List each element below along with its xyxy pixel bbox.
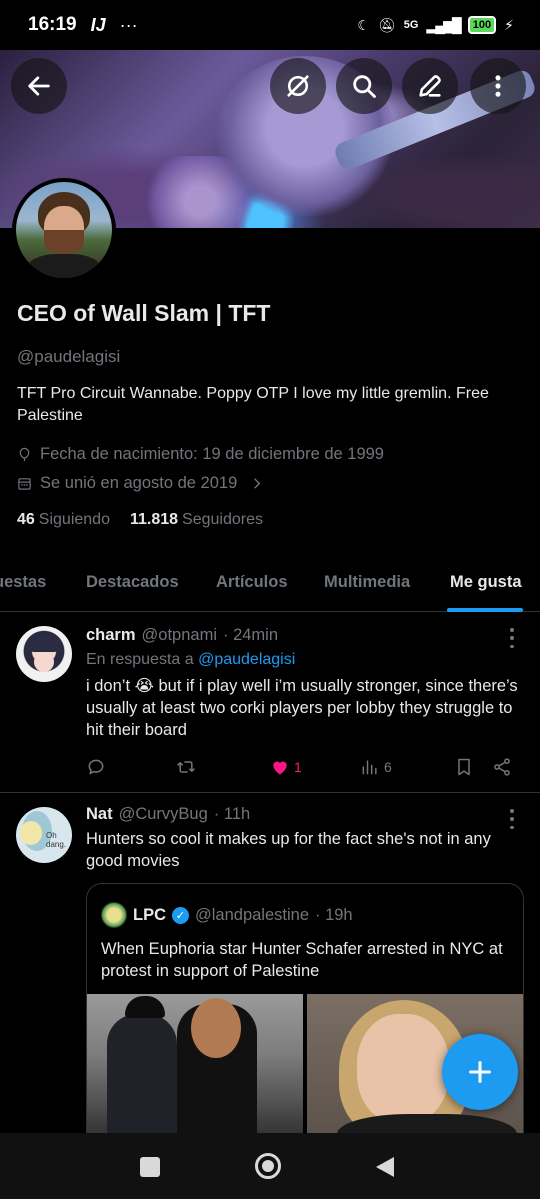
tweet-author-name[interactable]: charm <box>86 626 136 645</box>
quote-author-handle: @landpalestine <box>195 905 309 924</box>
tweet-author-handle[interactable]: @otpnami <box>142 626 217 645</box>
status-bar: 16:19 IJ ··· ☾ 🔕︎ 5G ▂▄▆█ 100 ⚡ <box>0 0 540 50</box>
tweet-author-handle[interactable]: @CurvyBug <box>119 805 208 824</box>
search-button[interactable] <box>336 58 392 114</box>
profile-tabs: uestas Destacados Artículos Multimedia M… <box>0 552 540 612</box>
retweet-icon <box>177 761 195 773</box>
signal-icon: ▂▄▆█ <box>426 16 461 33</box>
followers-link[interactable]: 11.818 Seguidores <box>130 511 263 529</box>
followers-label: Seguidores <box>182 511 263 528</box>
network-label: 5G <box>403 19 419 31</box>
back-button[interactable] <box>11 58 67 114</box>
bookmark-icon <box>458 758 470 776</box>
no-retweets-button[interactable] <box>270 58 326 114</box>
tweet-item[interactable]: charm @otpnami · 24min En respuesta a @p… <box>0 612 540 792</box>
like-button[interactable]: 1 <box>270 757 302 777</box>
joined-row[interactable]: Se unió en agosto de 2019 <box>17 474 523 493</box>
following-count: 46 <box>17 511 35 528</box>
moon-icon: ☾ <box>357 16 370 33</box>
compose-post-button[interactable] <box>442 1034 518 1110</box>
views-count: 6 <box>384 759 392 775</box>
bookmark-button[interactable] <box>454 757 474 777</box>
profile-handle: @paudelagisi <box>17 347 121 366</box>
edit-button[interactable] <box>402 58 458 114</box>
views-chart-icon <box>362 760 377 775</box>
verified-badge-icon: ✓ <box>172 906 189 924</box>
share-button[interactable] <box>492 757 512 777</box>
reply-button[interactable] <box>86 757 106 777</box>
following-label: Siguiendo <box>38 511 110 528</box>
battery-icon: 100 <box>467 16 497 34</box>
tab-highlights[interactable]: Destacados <box>86 552 179 612</box>
profile-avatar[interactable] <box>12 178 116 282</box>
tweet-time: · 24min <box>222 626 279 644</box>
heart-filled-icon <box>273 761 287 775</box>
retweet-button[interactable] <box>176 757 196 777</box>
tweet-avatar[interactable] <box>16 626 72 682</box>
quote-text: When Euphoria star Hunter Schafer arrest… <box>101 940 503 980</box>
back-arrow-icon <box>28 76 50 96</box>
tab-articles[interactable]: Artículos <box>216 552 288 612</box>
tweet-avatar[interactable]: Oh dang. <box>16 807 72 863</box>
status-time: 16:19 <box>28 14 77 35</box>
tweet-header: Nat @CurvyBug · 11h <box>86 805 524 824</box>
quoted-tweet[interactable]: LPC ✓ @landpalestine · 19h When Euphoria… <box>86 883 524 1153</box>
followers-count: 11.818 <box>129 511 179 528</box>
tab-media[interactable]: Multimedia <box>324 552 410 612</box>
tweet-text: Hunters so cool it makes up for the fact… <box>86 830 491 870</box>
home-circle-icon[interactable] <box>255 1153 281 1179</box>
bell-muted-icon: 🔕︎ <box>377 16 396 33</box>
reply-icon <box>88 759 104 775</box>
joined-text: Se unió en agosto de 2019 <box>40 474 238 492</box>
balloon-icon <box>19 447 30 462</box>
tab-likes[interactable]: Me gusta <box>450 552 522 612</box>
charging-icon: ⚡ <box>504 16 514 33</box>
app-notification-icon: IJ <box>90 14 106 35</box>
tweet-actions: 1 6 <box>86 752 524 782</box>
display-name: CEO of Wall Slam | TFT <box>17 300 271 326</box>
chevron-right-icon <box>254 478 261 489</box>
edit-icon <box>419 75 441 97</box>
following-link[interactable]: 46 Siguiendo <box>17 511 110 529</box>
views-button[interactable]: 6 <box>360 757 392 777</box>
search-icon <box>353 75 376 98</box>
tweet-header: charm @otpnami · 24min <box>86 626 524 645</box>
calendar-icon <box>18 478 31 490</box>
profile-info: CEO of Wall Slam | TFT @paudelagisi TFT … <box>17 300 523 529</box>
back-triangle-icon[interactable] <box>374 1155 396 1184</box>
quote-author-name: LPC <box>133 905 166 924</box>
share-icon <box>494 758 510 776</box>
follow-stats: 46 Siguiendo 11.818 Seguidores <box>17 511 523 529</box>
quote-image-arrest[interactable] <box>87 994 303 1144</box>
quote-avatar <box>101 902 127 928</box>
reply-context: En respuesta a @paudelagisi <box>86 651 524 669</box>
tweet-more-button[interactable] <box>502 809 522 829</box>
reply-prefix: En respuesta a <box>86 651 194 668</box>
more-notifications-icon: ··· <box>119 14 138 35</box>
tweet-more-button[interactable] <box>502 628 522 648</box>
quote-header: LPC ✓ @landpalestine · 19h <box>87 884 523 928</box>
quote-time: · 19h <box>315 905 353 924</box>
profile-bio: TFT Pro Circuit Wannabe. Poppy OTP I lov… <box>17 385 489 424</box>
more-options-button[interactable] <box>470 58 526 114</box>
tweet-text: i don’t 😭 but if i play well i’m usually… <box>86 677 518 739</box>
tweet-author-name[interactable]: Nat <box>86 805 113 824</box>
recents-square-icon[interactable] <box>140 1157 160 1177</box>
reply-handle-link[interactable]: @paudelagisi <box>198 651 295 668</box>
birthday-text: Fecha de nacimiento: 19 de diciembre de … <box>40 445 384 463</box>
like-count: 1 <box>294 759 302 775</box>
tab-replies[interactable]: uestas <box>0 552 46 612</box>
system-navigation-bar <box>0 1133 540 1199</box>
plus-icon <box>469 1061 491 1083</box>
more-vertical-icon <box>495 75 501 97</box>
no-retweets-icon <box>287 75 309 97</box>
tweet-time: · 11h <box>213 805 251 823</box>
birthday-row: Fecha de nacimiento: 19 de diciembre de … <box>17 445 523 464</box>
